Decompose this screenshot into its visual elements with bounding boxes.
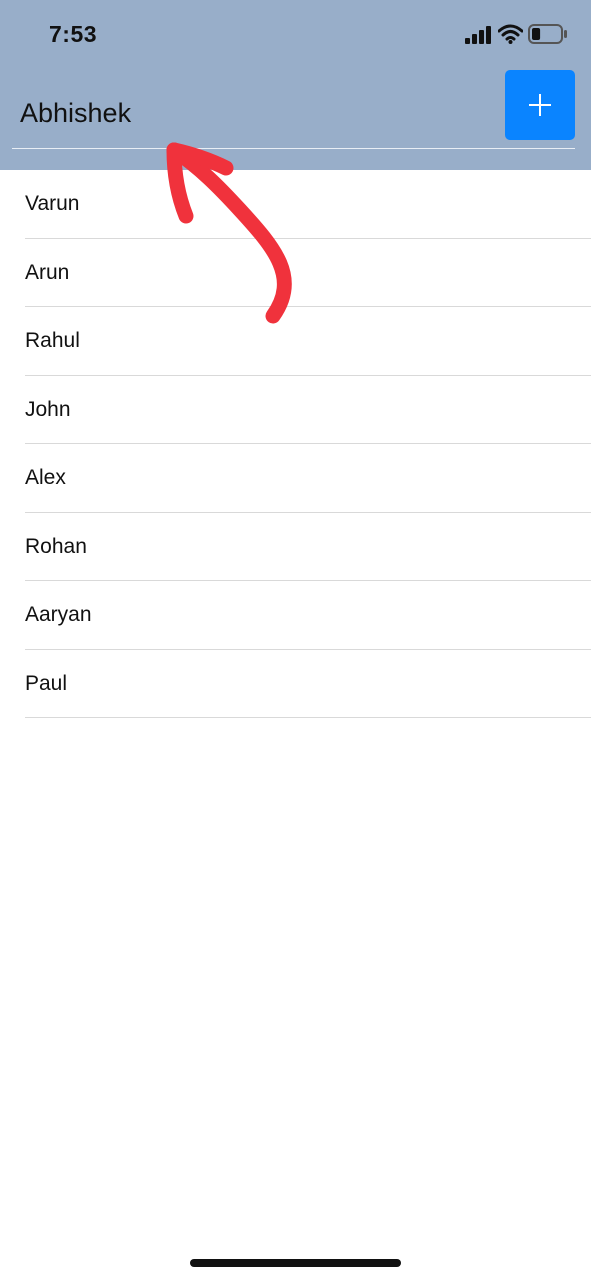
list-item[interactable]: Arun (25, 239, 591, 307)
name-input[interactable] (20, 92, 490, 134)
add-button[interactable] (505, 70, 575, 140)
list-item[interactable]: Varun (25, 170, 591, 239)
cellular-signal-icon (465, 26, 491, 44)
list-item-label: Paul (25, 671, 68, 695)
list-item[interactable]: Paul (25, 650, 591, 718)
list-item-label: Rahul (25, 329, 80, 352)
plus-icon (529, 94, 551, 116)
list-item-label: Arun (25, 260, 70, 284)
status-time: 7:53 (49, 21, 98, 47)
names-list: Varun Arun Rahul John Alex Rohan Aaryan … (0, 170, 591, 718)
list-item-label: Rohan (25, 534, 87, 558)
list-item[interactable]: Rahul (25, 307, 591, 376)
input-underline (12, 148, 575, 149)
list-item[interactable]: Rohan (25, 513, 591, 581)
wifi-icon (498, 24, 523, 44)
list-item-label: Varun (25, 192, 80, 215)
list-item[interactable]: Aaryan (25, 581, 591, 650)
list-item-label: Aaryan (25, 603, 92, 626)
list-item[interactable]: John (25, 376, 591, 444)
battery-icon (528, 24, 567, 44)
list-item-label: John (25, 397, 71, 421)
home-indicator[interactable] (190, 1259, 401, 1267)
app-header: 7:53 (0, 0, 591, 170)
list-item[interactable]: Alex (25, 444, 591, 513)
list-item-label: Alex (25, 466, 66, 489)
